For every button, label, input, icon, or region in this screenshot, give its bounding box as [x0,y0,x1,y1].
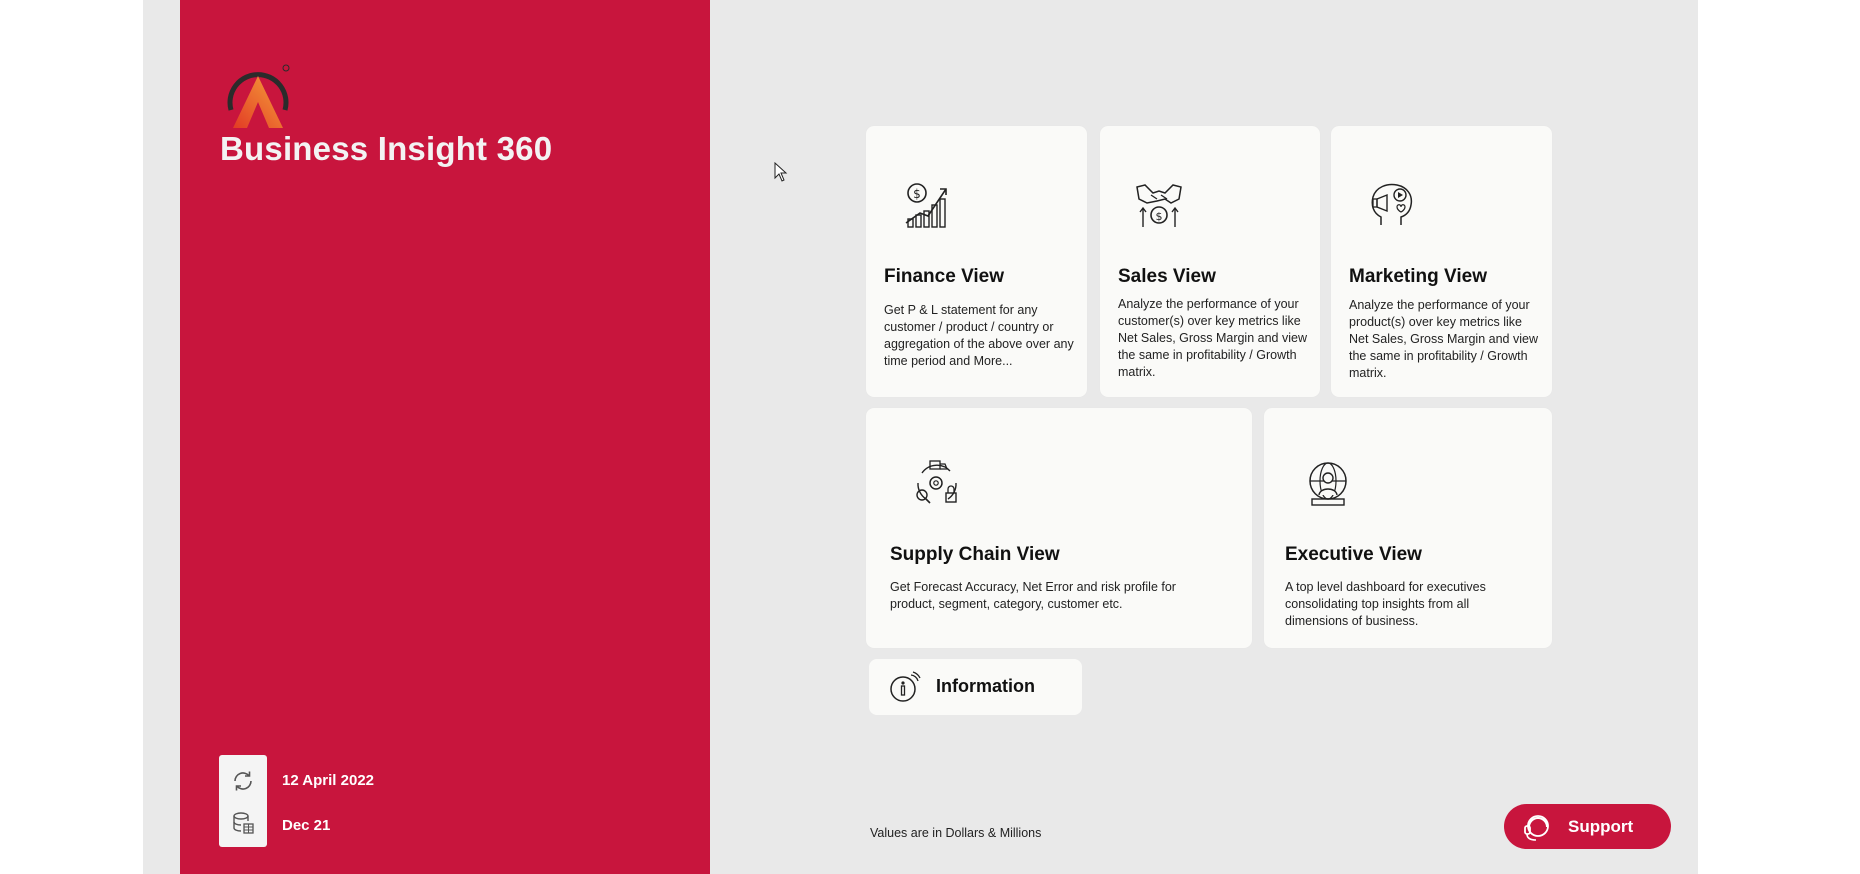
marketing-view-description: Analyze the performance of your product(… [1349,298,1538,380]
brand-logo-icon [227,64,290,128]
megaphone-head-icon [1371,183,1413,225]
information-label: Information [936,676,1035,696]
sales-view-title: Sales View [1118,266,1216,287]
executive-view-title: Executive View [1285,544,1422,565]
finance-growth-icon: $ [905,183,947,228]
executive-view-card[interactable]: Executive View A top level dashboard for… [1264,408,1552,648]
executive-globe-icon [1309,462,1347,506]
information-button[interactable]: Information [869,659,1082,715]
sales-view-description: Analyze the performance of your customer… [1118,297,1307,379]
sales-view-card[interactable]: $ Sales View Analyze the performance of … [1100,126,1320,397]
finance-view-title: Finance View [884,266,1005,287]
status-icon-box [219,755,267,847]
supply-chain-view-description: Get Forecast Accuracy, Net Error and ris… [890,580,1176,611]
support-label: Support [1568,817,1634,836]
executive-view-description: A top level dashboard for executives con… [1285,580,1486,628]
data-period: Dec 21 [282,817,331,834]
database-icon [233,812,254,834]
supply-chain-view-card[interactable]: Supply Chain View Get Forecast Accuracy,… [866,408,1252,648]
marketing-view-card[interactable]: Marketing View Analyze the performance o… [1331,126,1552,397]
supply-chain-cycle-icon [916,460,957,504]
refresh-icon [234,771,252,791]
svg-text:$: $ [913,187,921,201]
app-title: Business Insight 360 [220,130,553,167]
marketing-view-title: Marketing View [1349,266,1487,287]
information-icon [890,671,921,702]
headset-icon [1524,815,1549,841]
handshake-dollar-icon: $ [1136,184,1182,227]
refresh-date: 12 April 2022 [282,772,374,789]
mouse-cursor-icon [774,162,788,182]
supply-chain-view-title: Supply Chain View [890,544,1060,565]
svg-text:$: $ [1156,210,1163,223]
values-note: Values are in Dollars & Millions [870,826,1042,840]
finance-view-card[interactable]: $ Finance View Get P & L statement for a… [866,126,1087,397]
finance-view-description: Get P & L statement for any customer / p… [884,303,1074,368]
support-button[interactable]: Support [1504,804,1671,849]
